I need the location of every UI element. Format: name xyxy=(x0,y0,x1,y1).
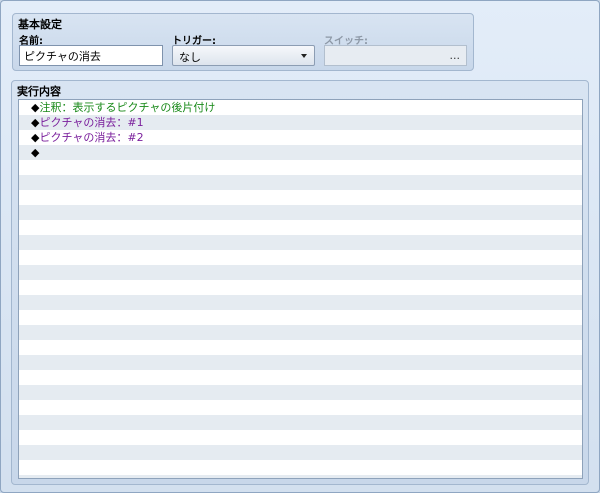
command-row[interactable]: ◆ xyxy=(19,145,582,160)
command-row[interactable]: ◆ピクチャの消去：#2 xyxy=(19,130,582,145)
empty-row[interactable] xyxy=(19,175,582,190)
contents-title: 実行内容 xyxy=(17,85,61,98)
empty-row[interactable] xyxy=(19,415,582,430)
empty-row[interactable] xyxy=(19,370,582,385)
common-event-editor: 基本設定 名前: トリガー: なし スイッチ: ... 実行内容 ◆注釈：表示す… xyxy=(0,0,600,493)
basic-settings-title: 基本設定 xyxy=(18,18,62,31)
command-row[interactable]: ◆ピクチャの消去：#1 xyxy=(19,115,582,130)
empty-row[interactable] xyxy=(19,205,582,220)
empty-row[interactable] xyxy=(19,160,582,175)
basic-settings-group: 基本設定 名前: トリガー: なし スイッチ: ... xyxy=(12,13,474,71)
empty-row[interactable] xyxy=(19,430,582,445)
empty-row[interactable] xyxy=(19,385,582,400)
empty-row[interactable] xyxy=(19,340,582,355)
empty-row[interactable] xyxy=(19,310,582,325)
command-text: ピクチャの消去：#2 xyxy=(39,131,144,144)
command-text: ピクチャの消去：#1 xyxy=(39,116,144,129)
empty-row[interactable] xyxy=(19,355,582,370)
empty-row[interactable] xyxy=(19,235,582,250)
empty-row[interactable] xyxy=(19,325,582,340)
empty-row[interactable] xyxy=(19,475,582,478)
ellipsis-button[interactable]: ... xyxy=(450,49,461,62)
empty-row[interactable] xyxy=(19,250,582,265)
command-row[interactable]: ◆注釈：表示するピクチャの後片付け xyxy=(19,100,582,115)
trigger-dropdown[interactable]: なし xyxy=(172,45,315,66)
empty-row[interactable] xyxy=(19,280,582,295)
trigger-selected-value: なし xyxy=(179,51,201,64)
empty-row[interactable] xyxy=(19,220,582,235)
command-list[interactable]: ◆注釈：表示するピクチャの後片付け ◆ピクチャの消去：#1 ◆ピクチャの消去：#2 ◆ xyxy=(18,99,583,479)
empty-row[interactable] xyxy=(19,190,582,205)
chevron-down-icon xyxy=(301,54,307,58)
empty-row[interactable] xyxy=(19,295,582,310)
empty-row[interactable] xyxy=(19,460,582,475)
command-text: 注釈：表示するピクチャの後片付け xyxy=(39,101,216,114)
command-marker: ◆ xyxy=(31,146,40,159)
empty-row[interactable] xyxy=(19,400,582,415)
empty-row[interactable] xyxy=(19,445,582,460)
empty-row[interactable] xyxy=(19,265,582,280)
name-input[interactable] xyxy=(19,45,163,66)
switch-selector[interactable]: ... xyxy=(324,45,467,66)
